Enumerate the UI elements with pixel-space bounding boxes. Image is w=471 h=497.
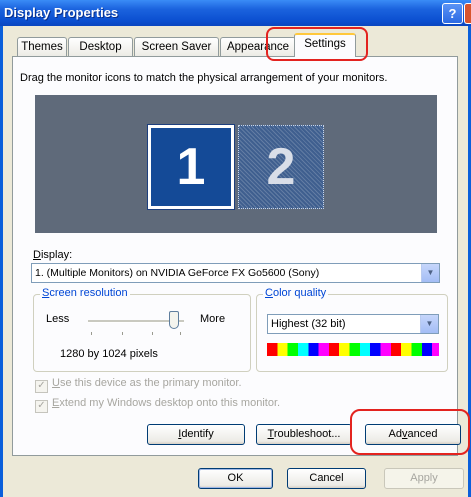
monitor-1-icon[interactable]: 1	[147, 124, 235, 210]
identify-button[interactable]: Identify	[147, 424, 245, 445]
apply-button[interactable]: Apply	[384, 468, 464, 489]
slider-tick	[152, 332, 153, 335]
troubleshoot-button[interactable]: Troubleshoot...	[256, 424, 352, 445]
screen-resolution-group: Screen resolution	[33, 287, 251, 372]
color-spectrum-bar	[267, 343, 439, 356]
checkbox-icon[interactable]: ✓	[35, 400, 48, 413]
resolution-less-label: Less	[46, 313, 70, 325]
monitor-arrangement-area[interactable]	[35, 95, 437, 233]
slider-tick	[122, 332, 123, 335]
screen-resolution-title: Screen resolution	[40, 287, 130, 299]
resolution-slider-thumb[interactable]	[169, 311, 180, 329]
display-select-value: 1. (Multiple Monitors) on NVIDIA GeForce…	[35, 267, 320, 279]
checkbox-icon[interactable]: ✓	[35, 380, 48, 393]
tab-desktop[interactable]: Desktop	[68, 37, 133, 56]
slider-tick	[180, 332, 181, 335]
tab-themes[interactable]: Themes	[17, 37, 67, 56]
advanced-button-highlight	[350, 409, 470, 455]
extend-desktop-checkbox[interactable]: ✓ Extend my Windows desktop onto this mon…	[35, 397, 280, 413]
instruction-text: Drag the monitor icons to match the phys…	[20, 72, 388, 84]
tab-screen-saver[interactable]: Screen Saver	[134, 37, 219, 56]
close-button[interactable]	[464, 3, 471, 24]
help-button[interactable]: ?	[442, 3, 463, 24]
resolution-value: 1280 by 1024 pixels	[60, 348, 158, 360]
ok-button[interactable]: OK	[198, 468, 273, 489]
slider-tick	[91, 332, 92, 335]
primary-monitor-checkbox[interactable]: ✓ Use this device as the primary monitor.	[35, 377, 242, 393]
help-icon: ?	[448, 6, 457, 21]
color-quality-title: Color quality	[263, 287, 329, 299]
resolution-more-label: More	[200, 313, 226, 325]
title-bar[interactable]: Display Properties ?	[0, 0, 471, 26]
cancel-button[interactable]: Cancel	[287, 468, 366, 489]
color-quality-value: Highest (32 bit)	[271, 318, 346, 330]
display-select[interactable]: 1. (Multiple Monitors) on NVIDIA GeForce…	[31, 263, 440, 283]
color-quality-select[interactable]: Highest (32 bit) ▼	[267, 314, 439, 334]
chevron-down-icon[interactable]: ▼	[420, 315, 438, 333]
settings-tab-highlight	[266, 27, 368, 61]
monitor-2-icon[interactable]: 2	[238, 125, 324, 209]
display-label: Display:	[33, 249, 73, 261]
window-title: Display Properties	[4, 5, 119, 20]
chevron-down-icon[interactable]: ▼	[421, 264, 439, 282]
